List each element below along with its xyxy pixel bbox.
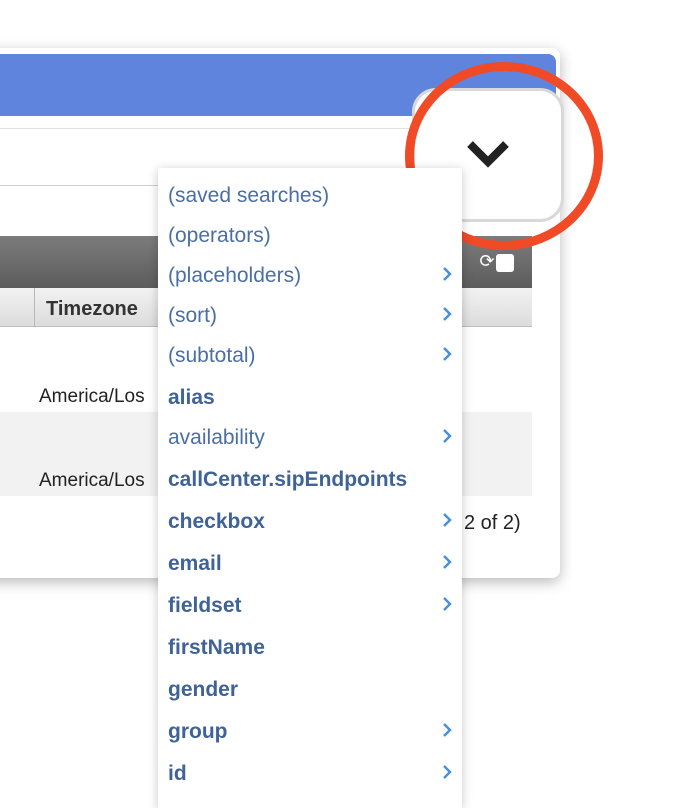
table-cell-timezone: America/Los <box>39 386 145 407</box>
menu-item-label: (placeholders) <box>168 264 302 287</box>
menu-item[interactable]: (saved searches) <box>158 176 462 216</box>
menu-item-label: gender <box>168 678 239 701</box>
menu-item[interactable]: fieldset <box>158 586 462 626</box>
menu-item-label: checkbox <box>168 510 265 533</box>
menu-item[interactable]: (placeholders) <box>158 256 462 296</box>
menu-item-label: fieldset <box>168 594 242 617</box>
refresh-icon[interactable]: ⟳ <box>477 252 497 272</box>
field-dropdown-menu: (saved searches) (operators) (placeholders… <box>158 168 462 808</box>
menu-item[interactable]: id <box>158 754 462 794</box>
chevron-right-icon <box>443 723 452 737</box>
menu-item-label: alias <box>168 386 215 409</box>
chevron-right-icon <box>443 555 452 569</box>
menu-item-label: email <box>168 552 222 575</box>
menu-item[interactable]: firstName <box>158 628 462 668</box>
menu-item[interactable]: callCenter.sipEndpoints <box>158 460 462 500</box>
menu-item[interactable]: (sort) <box>158 296 462 336</box>
chevron-right-icon <box>443 307 452 321</box>
chevron-right-icon <box>443 347 452 361</box>
menu-item-label: (operators) <box>168 224 271 247</box>
menu-item-label: availability <box>168 426 265 449</box>
menu-item[interactable]: availability <box>158 418 462 458</box>
column-divider[interactable] <box>34 288 35 326</box>
menu-item[interactable]: (subtotal) <box>158 336 462 376</box>
menu-item-label: (subtotal) <box>168 344 256 367</box>
table-cell-timezone: America/Los <box>39 470 145 491</box>
menu-item-label: callCenter.sipEndpoints <box>168 468 408 491</box>
menu-item-label: (saved searches) <box>168 184 330 207</box>
menu-item-label: (sort) <box>168 304 217 327</box>
chevron-down-icon <box>467 141 509 168</box>
column-header-timezone[interactable]: Timezone <box>46 298 138 321</box>
chevron-right-icon <box>443 429 452 443</box>
menu-item[interactable]: gender <box>158 670 462 710</box>
chevron-right-icon <box>443 267 452 281</box>
chevron-right-icon <box>443 597 452 611</box>
menu-item[interactable]: email <box>158 544 462 584</box>
menu-item[interactable]: group <box>158 712 462 752</box>
menu-item[interactable]: alias <box>158 378 462 418</box>
menu-item[interactable]: checkbox <box>158 502 462 542</box>
menu-item-label: group <box>168 720 228 743</box>
pagination-status: 2 of 2) <box>464 512 521 534</box>
chevron-right-icon <box>443 765 452 779</box>
select-all-checkbox[interactable] <box>496 254 514 272</box>
chevron-right-icon <box>443 513 452 527</box>
menu-item-label: firstName <box>168 636 265 659</box>
menu-item-label: id <box>168 762 187 785</box>
menu-item[interactable]: (operators) <box>158 216 462 256</box>
